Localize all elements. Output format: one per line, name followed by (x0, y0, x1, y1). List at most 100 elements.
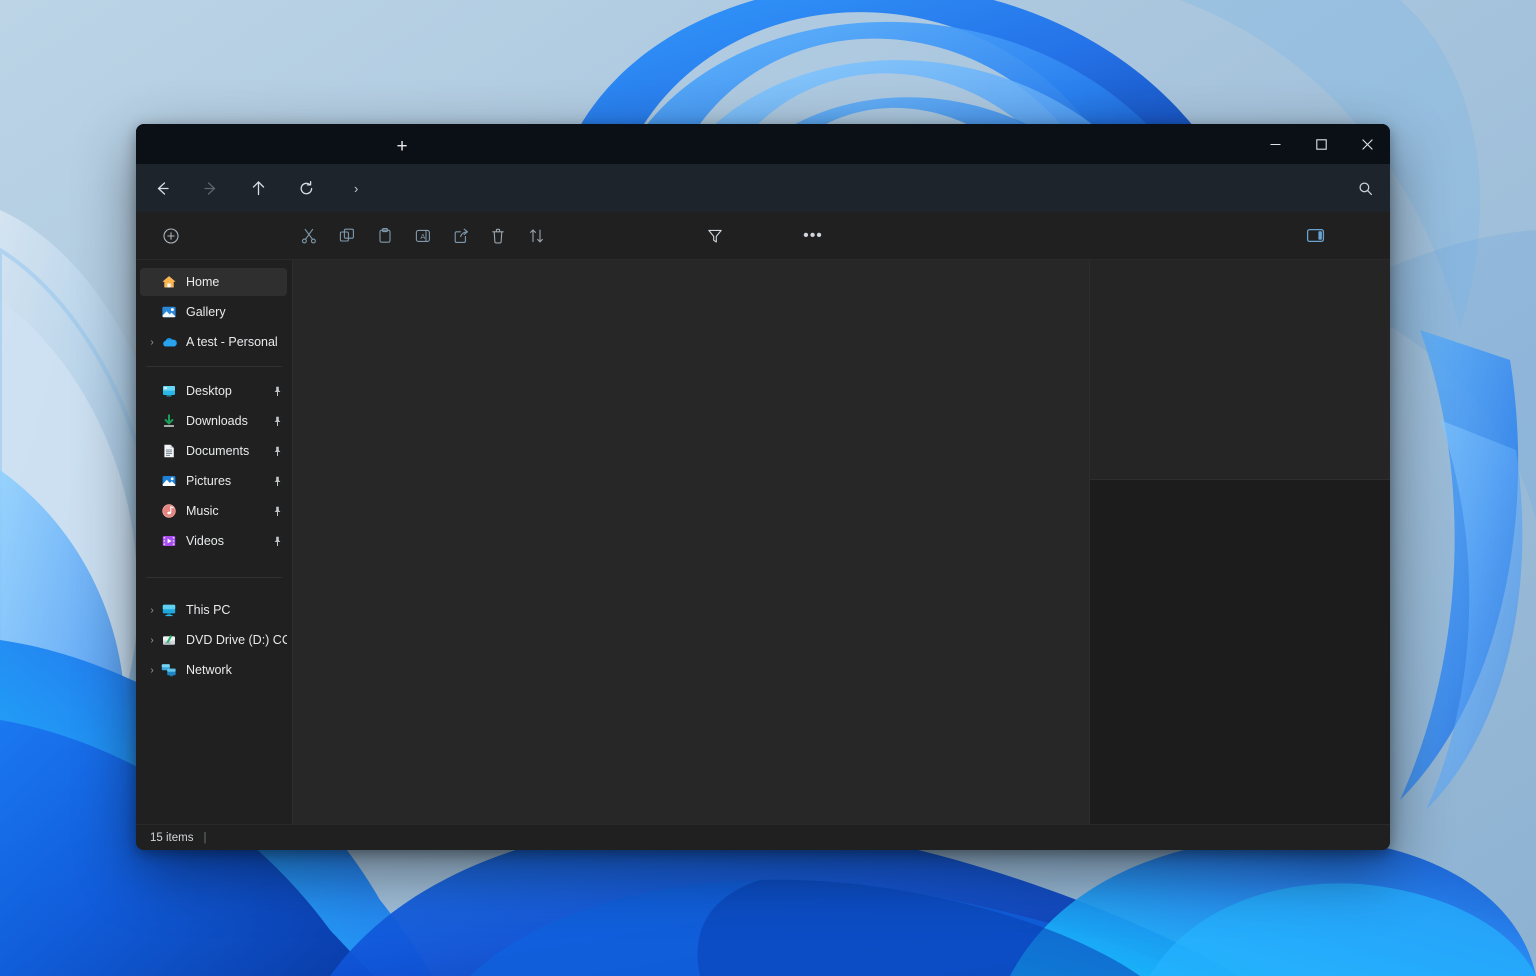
pin-icon[interactable] (270, 503, 286, 519)
sidebar-item-label: Home (186, 275, 219, 289)
new-button[interactable] (152, 219, 190, 253)
paste-button[interactable] (366, 219, 404, 253)
sidebar-item-label: DVD Drive (D:) CCC (186, 633, 287, 647)
sidebar-item-dvd-drive[interactable]: › DVD Drive (D:) CCC (140, 626, 287, 654)
sidebar-item-home[interactable]: › Home (140, 268, 287, 296)
sidebar-item-label: A test - Personal (186, 335, 278, 349)
downloads-icon (160, 412, 178, 430)
close-button[interactable] (1344, 124, 1390, 164)
svg-text:A: A (420, 232, 425, 241)
up-button[interactable] (242, 172, 274, 204)
pin-icon[interactable] (270, 473, 286, 489)
refresh-icon (298, 180, 315, 197)
pin-icon[interactable] (270, 383, 286, 399)
music-icon (160, 502, 178, 520)
sidebar-item-gallery[interactable]: › Gallery (140, 298, 287, 326)
title-bar: + (136, 124, 1390, 164)
sidebar-item-music[interactable]: › Music (140, 497, 287, 525)
back-button[interactable] (146, 172, 178, 204)
sidebar-item-label: Desktop (186, 384, 232, 398)
pictures-icon (160, 472, 178, 490)
search-button[interactable] (1348, 172, 1382, 204)
window-controls (1252, 124, 1390, 164)
sidebar-item-label: Downloads (186, 414, 248, 428)
sidebar-item-desktop[interactable]: › Desktop (140, 377, 287, 405)
sidebar-item-a-test-personal[interactable]: › A test - Personal (140, 328, 287, 356)
sidebar-item-label: Music (186, 504, 219, 518)
file-explorer-window: + (136, 124, 1390, 850)
details-pane (1090, 260, 1390, 824)
sidebar-item-label: Gallery (186, 305, 226, 319)
share-icon (452, 227, 470, 245)
address-chevron-icon: › (354, 181, 358, 196)
rename-button[interactable]: A (404, 219, 442, 253)
chevron-right-icon[interactable]: › (144, 337, 160, 348)
sidebar-item-documents[interactable]: › Documents (140, 437, 287, 465)
copy-button[interactable] (328, 219, 366, 253)
gallery-icon (160, 303, 178, 321)
dvd-icon (160, 631, 178, 649)
home-icon (160, 273, 178, 291)
search-icon (1358, 181, 1373, 196)
thispc-icon (160, 601, 178, 619)
back-arrow-icon (154, 180, 171, 197)
documents-icon (160, 442, 178, 460)
details-pane-toggle-button[interactable] (1296, 219, 1334, 253)
sidebar-item-videos[interactable]: › Videos (140, 527, 287, 555)
videos-icon (160, 532, 178, 550)
share-button[interactable] (442, 219, 480, 253)
trash-icon (490, 227, 508, 245)
desktop-icon (160, 382, 178, 400)
details-info-section (1090, 480, 1390, 824)
rename-icon: A (414, 227, 432, 245)
sort-icon (528, 227, 546, 245)
close-icon (1362, 139, 1373, 150)
navigation-bar: › (136, 164, 1390, 212)
status-divider: | (203, 832, 206, 844)
scissors-icon (300, 227, 318, 245)
details-pane-icon (1306, 226, 1325, 245)
address-bar[interactable]: › (344, 172, 1342, 204)
chevron-right-icon[interactable]: › (144, 665, 160, 676)
sidebar-item-this-pc[interactable]: › This PC (140, 596, 287, 624)
filter-button[interactable] (696, 219, 734, 253)
details-preview-section (1090, 260, 1390, 480)
sidebar-item-downloads[interactable]: › Downloads (140, 407, 287, 435)
pin-icon[interactable] (270, 533, 286, 549)
sort-button[interactable] (518, 219, 556, 253)
maximize-button[interactable] (1298, 124, 1344, 164)
file-list-area[interactable] (293, 260, 1090, 824)
onedrive-icon (160, 333, 178, 351)
sidebar-separator-2 (146, 577, 282, 578)
forward-button[interactable] (194, 172, 226, 204)
pin-icon[interactable] (270, 413, 286, 429)
new-tab-button[interactable]: + (388, 133, 416, 159)
up-arrow-icon (250, 180, 267, 197)
cut-button[interactable] (290, 219, 328, 253)
copy-icon (338, 227, 356, 245)
new-item-plus-circle-icon (162, 227, 180, 245)
sidebar-item-label: Documents (186, 444, 249, 458)
minimize-button[interactable] (1252, 124, 1298, 164)
delete-button[interactable] (480, 219, 518, 253)
chevron-right-icon[interactable]: › (144, 635, 160, 646)
window-body: › Home › (136, 260, 1390, 824)
minimize-icon (1270, 139, 1281, 150)
item-count-label: 15 items (150, 832, 193, 844)
sidebar-item-label: This PC (186, 603, 230, 617)
more-options-button[interactable]: ••• (794, 219, 832, 253)
sidebar-item-pictures[interactable]: › Pictures (140, 467, 287, 495)
pin-icon[interactable] (270, 443, 286, 459)
network-icon (160, 661, 178, 679)
sidebar-item-label: Videos (186, 534, 224, 548)
forward-arrow-icon (202, 180, 219, 197)
sidebar-item-network[interactable]: › Network (140, 656, 287, 684)
sidebar-item-label: Pictures (186, 474, 231, 488)
chevron-right-icon[interactable]: › (144, 605, 160, 616)
filter-funnel-icon (706, 227, 724, 245)
refresh-button[interactable] (290, 172, 322, 204)
command-bar: A (136, 212, 1390, 260)
status-bar: 15 items | (136, 824, 1390, 850)
navigation-sidebar[interactable]: › Home › (136, 260, 293, 824)
paste-clipboard-icon (376, 227, 394, 245)
